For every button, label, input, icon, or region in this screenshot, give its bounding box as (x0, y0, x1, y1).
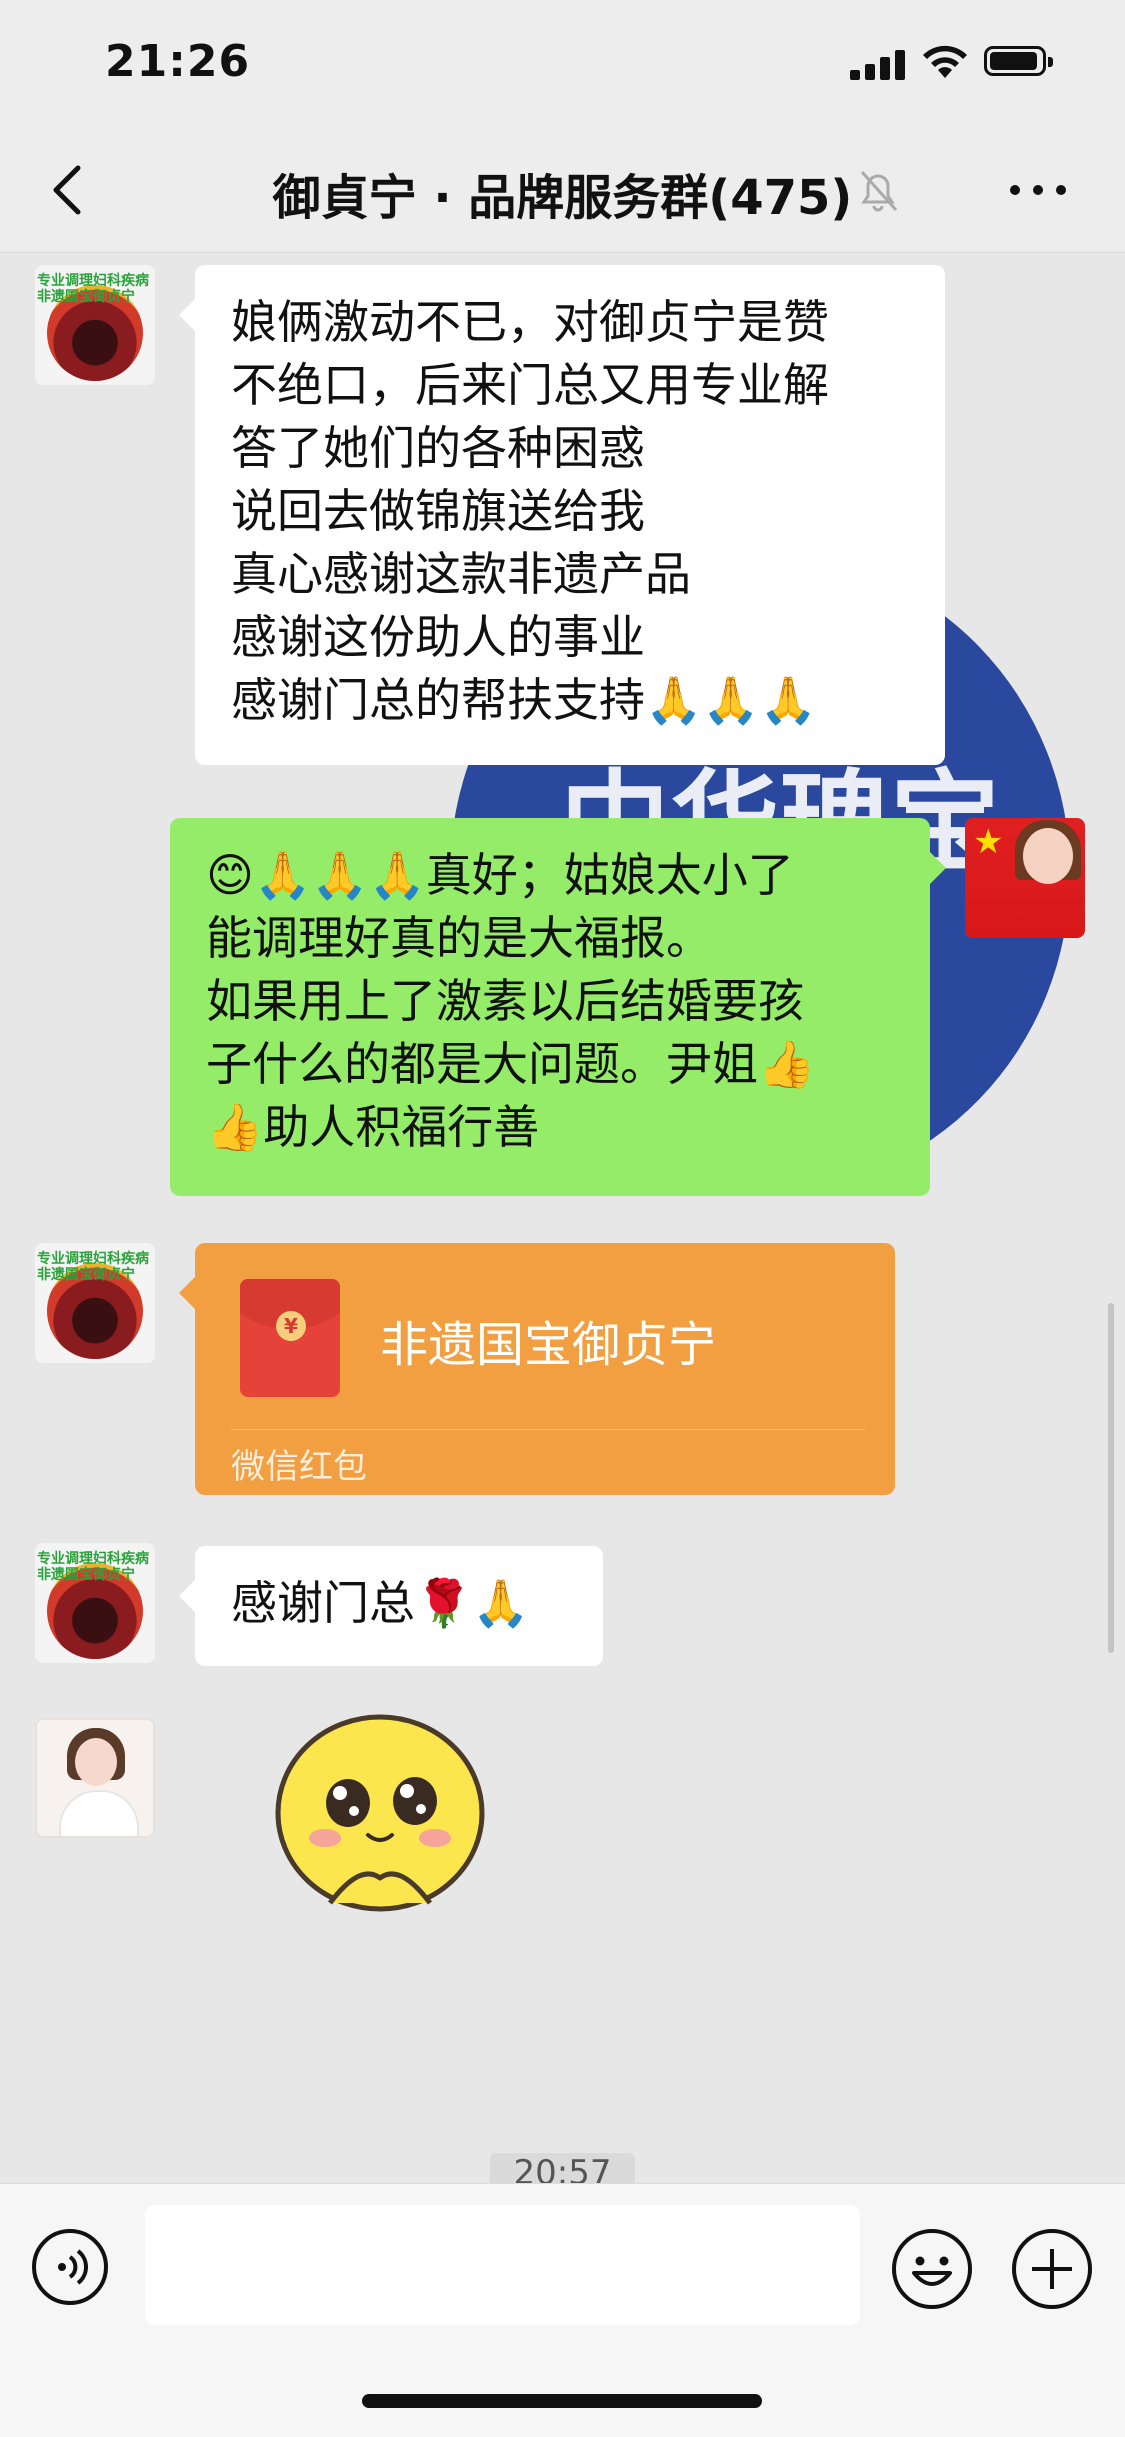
avatar-caption: 专业调理妇科疾病 非遗国宝御贞宁 (37, 1551, 149, 1583)
plus-icon[interactable] (1012, 2229, 1092, 2309)
avatar-caption: 专业调理妇科疾病 非遗国宝御贞宁 (37, 273, 149, 305)
muted-bell-icon (860, 170, 898, 212)
sender-avatar[interactable]: 专业调理妇科疾病 非遗国宝御贞宁 (35, 1543, 155, 1663)
message-text-line: 如果用上了激素以后结婚要孩 (206, 974, 804, 1028)
message-text-line: 感谢门总的帮扶支持🙏🙏🙏 (231, 673, 817, 727)
emoji-icon[interactable] (892, 2229, 972, 2309)
status-bar: 21:26 (0, 0, 1125, 130)
red-packet-message[interactable]: ¥ 非遗国宝御贞宁 微信红包 (179, 1243, 895, 1495)
sender-avatar[interactable]: 专业调理妇科疾病 非遗国宝御贞宁 (35, 265, 155, 385)
scrollbar[interactable] (1108, 1303, 1114, 1653)
message-text-line: 真心感谢这款非遗产品 (231, 547, 691, 601)
message-text-line: 感谢这份助人的事业 (231, 610, 645, 664)
battery-icon (984, 46, 1053, 76)
wifi-icon (923, 45, 967, 78)
cellular-signal-icon (850, 48, 906, 80)
divider (231, 1429, 865, 1430)
message-text-line: 子什么的都是大问题。尹姐👍 (206, 1037, 816, 1091)
status-time: 21:26 (105, 36, 251, 87)
message-text-line: 说回去做锦旗送给我 (231, 484, 645, 538)
chat-header: 御貞宁 · 品牌服务群(475) (0, 130, 1125, 253)
home-indicator[interactable] (362, 2394, 762, 2408)
my-message-bubble[interactable]: 😊🙏🙏🙏真好；姑娘太小了 能调理好真的是大福报。 如果用上了激素以后结婚要孩 子… (170, 818, 946, 1196)
message-input[interactable] (145, 2205, 860, 2325)
praying-emoji-sticker[interactable] (270, 1713, 490, 1933)
voice-input-icon[interactable] (32, 2229, 108, 2305)
my-avatar[interactable]: ★ (965, 818, 1085, 938)
more-options-icon[interactable] (1010, 185, 1066, 199)
message-text: 感谢门总🌹🙏 (231, 1576, 530, 1630)
message-bubble[interactable]: 感谢门总🌹🙏 (179, 1546, 603, 1666)
message-text-line: 不绝口，后来门总又用专业解 (231, 358, 829, 412)
message-text-line: 能调理好真的是大福报。 (206, 911, 712, 965)
message-text-line: 答了她们的各种困惑 (231, 421, 645, 475)
avatar-caption: 专业调理妇科疾病 非遗国宝御贞宁 (37, 1251, 149, 1283)
group-chat-title: 御貞宁 · 品牌服务群(475) (272, 170, 853, 226)
message-bubble[interactable]: 娘俩激动不已，对御贞宁是赞 不绝口，后来门总又用专业解 答了她们的各种困惑 说回… (179, 265, 945, 765)
sender-avatar[interactable] (35, 1718, 155, 1838)
message-text-line: 娘俩激动不已，对御贞宁是赞 (231, 295, 829, 349)
message-text-line: 😊🙏🙏🙏真好；姑娘太小了 (206, 848, 794, 902)
message-text-line: 👍助人积福行善 (206, 1100, 540, 1154)
red-packet-title: 非遗国宝御贞宁 (380, 1317, 717, 1373)
input-bar (0, 2183, 1125, 2437)
sender-avatar[interactable]: 专业调理妇科疾病 非遗国宝御贞宁 (35, 1243, 155, 1363)
message-list[interactable]: 中华瑰宝 专业调理妇科疾病非遗国宝御贞宁 娘俩激动不已，对御贞宁是赞 不绝口，后… (0, 253, 1125, 2183)
red-packet-label: 微信红包 (231, 1447, 367, 1487)
message-timestamp: 20:57 (490, 2153, 635, 2183)
red-packet-icon: ¥ (240, 1279, 340, 1397)
